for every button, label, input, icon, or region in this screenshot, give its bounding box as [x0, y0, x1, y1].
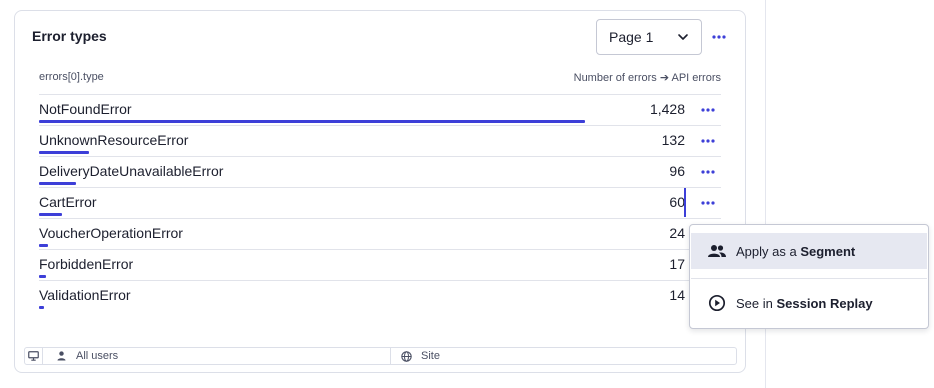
users-filter-label: All users — [76, 350, 119, 362]
row-more-options-button[interactable] — [697, 164, 719, 180]
table-row[interactable]: CartError 60 — [39, 187, 721, 218]
globe-icon — [401, 350, 412, 362]
panel-divider — [765, 0, 766, 388]
monitor-icon — [28, 351, 39, 361]
apply-as-segment-menu-item[interactable]: Apply as a Segment — [691, 233, 927, 269]
error-count-bar — [39, 120, 585, 123]
row-more-options-button[interactable] — [697, 133, 719, 149]
table-row[interactable]: DeliveryDateUnavailableError 96 — [39, 156, 721, 187]
hover-indicator — [684, 188, 686, 217]
device-filter[interactable] — [25, 348, 43, 364]
row-more-options-button[interactable] — [697, 195, 719, 211]
card-more-options-button[interactable] — [708, 29, 730, 45]
see-in-session-replay-menu-item[interactable]: See in Session Replay — [691, 285, 927, 321]
error-count-bar — [39, 244, 48, 247]
error-type-label: NotFoundError — [39, 101, 132, 117]
page-select-value: Page 1 — [609, 29, 654, 45]
error-count-bar — [39, 151, 89, 154]
more-horizontal-icon — [701, 170, 715, 174]
error-type-label: ForbiddenError — [39, 256, 134, 272]
error-type-label: ValidationError — [39, 287, 131, 303]
more-horizontal-icon — [701, 139, 715, 143]
table-row[interactable]: NotFoundError 1,428 — [39, 94, 721, 125]
play-circle-icon — [707, 293, 727, 313]
apply-as-segment-label: Apply as a Segment — [736, 243, 856, 259]
error-count-bar — [39, 182, 76, 185]
table-row[interactable]: ForbiddenError 17 — [39, 249, 721, 280]
error-types-card: Error types Page 1 errors[0].type Number… — [14, 10, 746, 373]
error-count-value: 96 — [669, 163, 685, 179]
error-types-table: NotFoundError 1,428 UnknownResourceError 13… — [39, 94, 721, 311]
user-icon — [57, 351, 66, 361]
table-row[interactable]: ValidationError 14 — [39, 280, 721, 311]
error-count-value: 1,428 — [649, 101, 685, 117]
row-more-options-button[interactable] — [697, 102, 719, 118]
error-type-label: CartError — [39, 194, 97, 210]
users-icon — [707, 241, 727, 261]
site-filter[interactable]: Site — [391, 348, 440, 364]
table-row[interactable]: VoucherOperationError 24 — [39, 218, 721, 249]
page-select[interactable]: Page 1 — [596, 19, 702, 55]
error-count-value: 132 — [661, 132, 685, 148]
error-type-label: VoucherOperationError — [39, 225, 183, 241]
more-horizontal-icon — [701, 201, 715, 205]
error-count-bar — [39, 275, 46, 278]
row-context-menu: Apply as a Segment See in Session Replay — [689, 224, 929, 329]
error-count-value: 14 — [669, 287, 685, 303]
error-type-label: UnknownResourceError — [39, 132, 189, 148]
site-filter-label: Site — [421, 350, 440, 362]
chevron-down-icon — [678, 34, 688, 40]
error-count-bar — [39, 306, 44, 309]
card-footer: All users Site — [24, 347, 737, 365]
more-horizontal-icon — [712, 35, 726, 39]
menu-separator — [691, 278, 927, 279]
error-count-value: 60 — [669, 194, 685, 210]
card-title: Error types — [32, 28, 107, 44]
error-count-bar — [39, 213, 62, 216]
error-type-label: DeliveryDateUnavailableError — [39, 163, 224, 179]
error-count-value: 24 — [669, 225, 685, 241]
see-in-session-replay-label: See in Session Replay — [736, 295, 873, 311]
table-row[interactable]: UnknownResourceError 132 — [39, 125, 721, 156]
users-filter[interactable]: All users — [43, 348, 391, 364]
error-count-value: 17 — [669, 256, 685, 272]
more-horizontal-icon — [701, 108, 715, 112]
column-header-error-count[interactable]: Number of errors ➔ API errors — [574, 71, 721, 84]
column-header-error-type[interactable]: errors[0].type — [39, 71, 104, 83]
